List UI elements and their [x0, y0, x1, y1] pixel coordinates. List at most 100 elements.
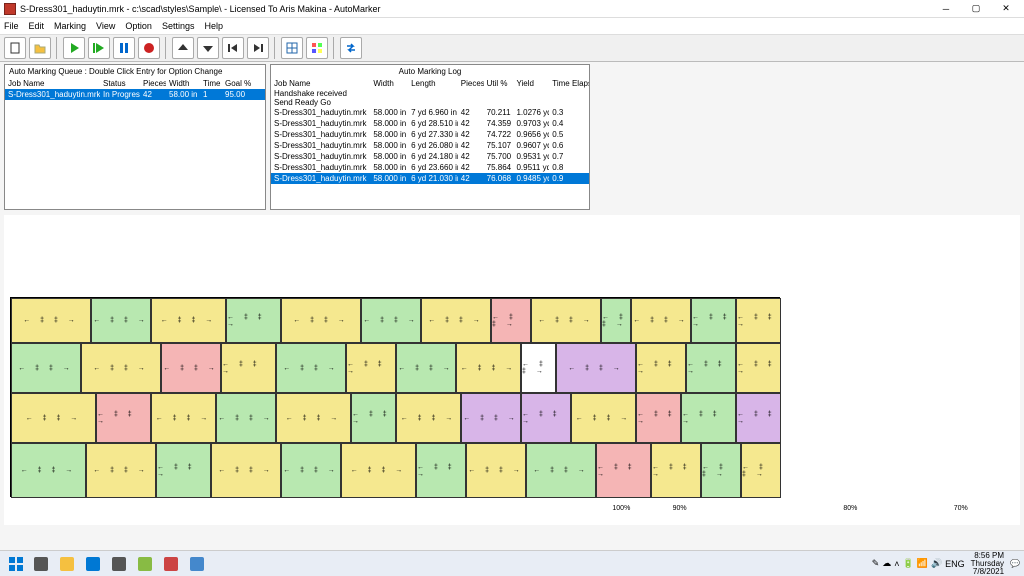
pattern-piece[interactable]: ← ‡ ‡ →: [556, 343, 636, 393]
pattern-piece[interactable]: ← ‡ ‡ →: [11, 393, 96, 443]
pattern-piece[interactable]: ← ‡ ‡ →: [571, 393, 636, 443]
taskbar-app-store[interactable]: [107, 554, 131, 574]
pattern-piece[interactable]: ← ‡ ‡ →: [461, 393, 521, 443]
taskbar-app-app2[interactable]: [159, 554, 183, 574]
log-row[interactable]: S-Dress301_haduytin.mrk58.000 in6 yd 23.…: [271, 162, 589, 173]
close-button[interactable]: ✕: [992, 1, 1020, 17]
step-fwd-button[interactable]: [247, 37, 269, 59]
pause-button[interactable]: [113, 37, 135, 59]
log-row[interactable]: S-Dress301_haduytin.mrk58.000 in6 yd 28.…: [271, 118, 589, 129]
queue-row[interactable]: S-Dress301_haduytin.mrkIn Progress4258.0…: [5, 89, 265, 100]
pattern-piece[interactable]: ← ‡ ‡ →: [521, 343, 556, 393]
pattern-piece[interactable]: ← ‡ ‡ →: [741, 443, 781, 498]
pattern-piece[interactable]: ← ‡ ‡ →: [151, 298, 226, 343]
start-button[interactable]: [4, 554, 28, 574]
down-button[interactable]: [197, 37, 219, 59]
new-button[interactable]: [4, 37, 26, 59]
pieces-button[interactable]: [306, 37, 328, 59]
pattern-piece[interactable]: ← ‡ ‡ →: [651, 443, 701, 498]
pattern-piece[interactable]: ← ‡ ‡ →: [276, 343, 346, 393]
step-back-button[interactable]: [222, 37, 244, 59]
pattern-piece[interactable]: ← ‡ ‡ →: [276, 393, 351, 443]
pattern-piece[interactable]: ← ‡ ‡ →: [151, 393, 216, 443]
pattern-piece[interactable]: ← ‡ ‡ →: [491, 298, 531, 343]
up-button[interactable]: [172, 37, 194, 59]
pattern-piece[interactable]: ← ‡ ‡ →: [396, 343, 456, 393]
menu-help[interactable]: Help: [204, 21, 223, 31]
pattern-piece[interactable]: ← ‡ ‡ →: [456, 343, 521, 393]
clock[interactable]: 8:56 PM Thursday 7/8/2021: [971, 552, 1004, 576]
onedrive-icon[interactable]: ☁: [882, 558, 891, 569]
pattern-piece[interactable]: ← ‡ ‡ →: [631, 298, 691, 343]
pattern-piece[interactable]: ← ‡ ‡ →: [11, 298, 91, 343]
pattern-piece[interactable]: ← ‡ ‡ →: [681, 393, 736, 443]
pattern-piece[interactable]: ← ‡ ‡ →: [396, 393, 461, 443]
pattern-piece[interactable]: ← ‡ ‡ →: [216, 393, 276, 443]
pattern-piece[interactable]: ← ‡ ‡ →: [636, 343, 686, 393]
pattern-piece[interactable]: ← ‡ ‡ →: [91, 298, 151, 343]
maximize-button[interactable]: ▢: [962, 1, 990, 17]
chevron-up-icon[interactable]: ˄: [894, 559, 899, 569]
pattern-piece[interactable]: ← ‡ ‡ →: [691, 298, 736, 343]
pattern-piece[interactable]: ← ‡ ‡ →: [281, 298, 361, 343]
battery-icon[interactable]: 🔋: [903, 558, 914, 569]
marker-canvas[interactable]: ← ‡ ‡ →← ‡ ‡ →← ‡ ‡ →← ‡ ‡ →← ‡ ‡ →← ‡ ‡…: [4, 215, 1020, 525]
pattern-piece[interactable]: ← ‡ ‡ →: [156, 443, 211, 498]
menu-edit[interactable]: Edit: [29, 21, 45, 31]
pattern-piece[interactable]: ← ‡ ‡ →: [226, 298, 281, 343]
pattern-piece[interactable]: ← ‡ ‡ →: [96, 393, 151, 443]
pattern-piece[interactable]: ← ‡ ‡ →: [81, 343, 161, 393]
pattern-piece[interactable]: ← ‡ ‡ →: [221, 343, 276, 393]
volume-icon[interactable]: 🔊: [931, 558, 942, 569]
play-alt-button[interactable]: [88, 37, 110, 59]
pattern-piece[interactable]: ← ‡ ‡ →: [596, 443, 651, 498]
taskbar-app-explorer[interactable]: [55, 554, 79, 574]
wifi-icon[interactable]: 📶: [917, 558, 928, 569]
pattern-piece[interactable]: ← ‡ ‡ →: [521, 393, 571, 443]
pattern-piece[interactable]: ← ‡ ‡ →: [281, 443, 341, 498]
pattern-piece[interactable]: ← ‡ ‡ →: [86, 443, 156, 498]
log-row[interactable]: S-Dress301_haduytin.mrk58.000 in6 yd 21.…: [271, 173, 589, 184]
taskbar-app-search[interactable]: [29, 554, 53, 574]
language-indicator[interactable]: ENG: [945, 559, 965, 569]
taskbar-app-app3[interactable]: [185, 554, 209, 574]
pattern-piece[interactable]: ← ‡ ‡ →: [211, 443, 281, 498]
menu-file[interactable]: File: [4, 21, 19, 31]
pattern-piece[interactable]: ← ‡ ‡ →: [161, 343, 221, 393]
play-button[interactable]: [63, 37, 85, 59]
pattern-piece[interactable]: ← ‡ ‡ →: [351, 393, 396, 443]
pattern-piece[interactable]: ← ‡ ‡ →: [636, 393, 681, 443]
pattern-piece[interactable]: ← ‡ ‡ →: [531, 298, 601, 343]
pen-icon[interactable]: ✎: [872, 558, 880, 569]
pattern-piece[interactable]: ← ‡ ‡ →: [701, 443, 741, 498]
pattern-piece[interactable]: ← ‡ ‡ →: [421, 298, 491, 343]
menu-settings[interactable]: Settings: [162, 21, 195, 31]
taskbar-app-edge[interactable]: [81, 554, 105, 574]
log-row[interactable]: S-Dress301_haduytin.mrk58.000 in6 yd 27.…: [271, 129, 589, 140]
pattern-piece[interactable]: ← ‡ ‡ →: [11, 343, 81, 393]
swap-button[interactable]: [340, 37, 362, 59]
pattern-piece[interactable]: ← ‡ ‡ →: [736, 393, 781, 443]
notifications-icon[interactable]: 💬: [1010, 559, 1020, 568]
menu-view[interactable]: View: [96, 21, 115, 31]
pattern-piece[interactable]: ← ‡ ‡ →: [346, 343, 396, 393]
pattern-piece[interactable]: ← ‡ ‡ →: [361, 298, 421, 343]
pattern-piece[interactable]: ← ‡ ‡ →: [686, 343, 736, 393]
pattern-piece[interactable]: ← ‡ ‡ →: [466, 443, 526, 498]
pattern-piece[interactable]: ← ‡ ‡ →: [526, 443, 596, 498]
minimize-button[interactable]: ─: [932, 1, 960, 17]
menu-option[interactable]: Option: [125, 21, 152, 31]
pattern-piece[interactable]: ← ‡ ‡ →: [601, 298, 631, 343]
open-button[interactable]: [29, 37, 51, 59]
pattern-piece[interactable]: ← ‡ ‡ →: [416, 443, 466, 498]
grid-button[interactable]: [281, 37, 303, 59]
tray-icons[interactable]: ✎ ☁ ˄ 🔋 📶 🔊 ENG: [872, 558, 965, 569]
pattern-piece[interactable]: ← ‡ ‡ →: [341, 443, 416, 498]
pattern-piece[interactable]: ← ‡ ‡ →: [11, 443, 86, 498]
log-row[interactable]: S-Dress301_haduytin.mrk58.000 in7 yd 6.9…: [271, 107, 589, 118]
log-row[interactable]: S-Dress301_haduytin.mrk58.000 in6 yd 26.…: [271, 140, 589, 151]
pattern-piece[interactable]: ← ‡ ‡ →: [736, 298, 781, 343]
taskbar-app-app1[interactable]: [133, 554, 157, 574]
pattern-piece[interactable]: ← ‡ ‡ →: [736, 343, 781, 393]
log-row[interactable]: S-Dress301_haduytin.mrk58.000 in6 yd 24.…: [271, 151, 589, 162]
